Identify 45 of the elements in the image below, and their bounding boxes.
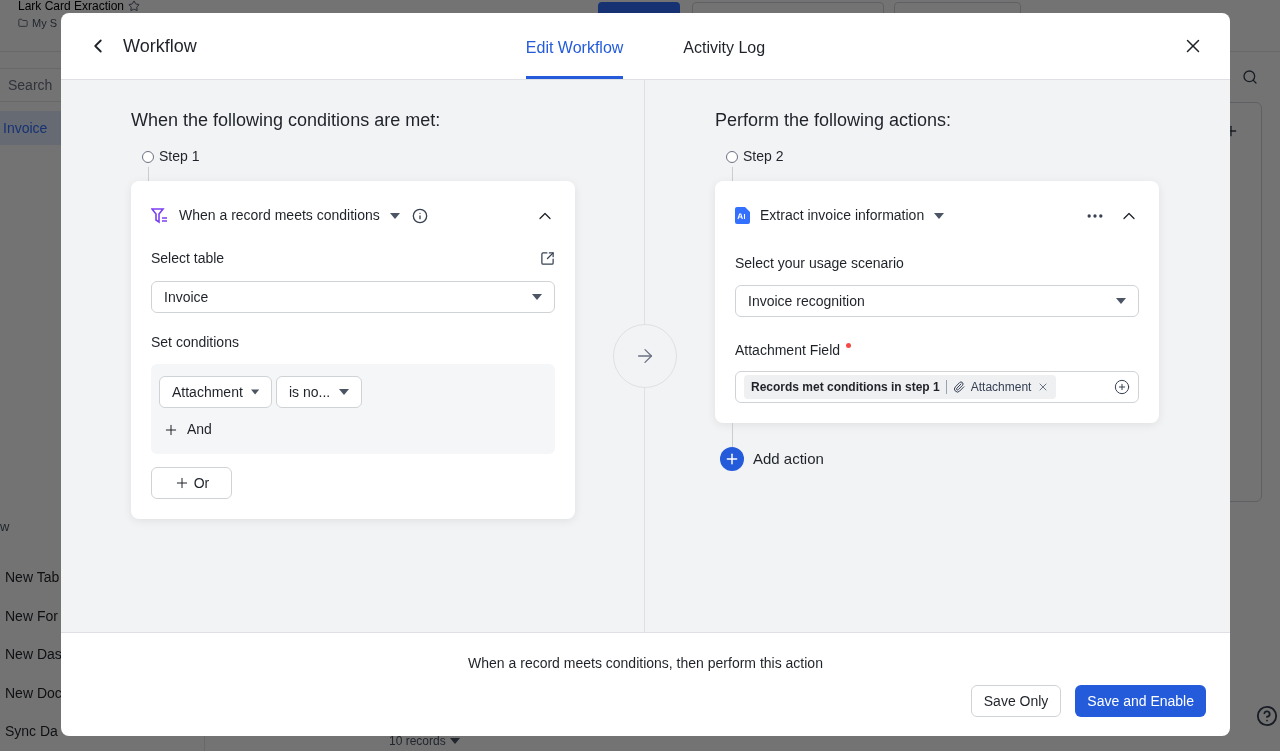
field-label: Attachment Field: [735, 341, 841, 360]
field-select[interactable]: Attachment: [159, 376, 272, 408]
star-icon[interactable]: [128, 0, 141, 12]
caret-icon: [250, 389, 259, 395]
chip-field: Attachment: [970, 378, 1032, 396]
dialog-title: Workflow: [123, 34, 197, 58]
caret-icon: [339, 389, 349, 395]
save-button[interactable]: Save Only: [970, 685, 1062, 717]
caret-icon: [934, 212, 945, 219]
help-icon[interactable]: [1256, 705, 1278, 727]
section-label: w: [0, 518, 11, 536]
footer-text: When a record meets conditions, then perform this action: [467, 654, 824, 673]
plus-icon: [720, 447, 744, 471]
tab[interactable]: Activity Log: [683, 13, 766, 79]
info-icon[interactable]: [411, 207, 428, 224]
folder-icon: [18, 18, 28, 29]
chip-source: Records met conditions in step 1: [751, 379, 940, 396]
action-title[interactable]: Extract invoice information: [760, 205, 925, 226]
field-label: Select your usage scenario: [735, 254, 905, 273]
trigger-title[interactable]: When a record meets conditions: [179, 205, 380, 226]
add-icon[interactable]: [1114, 379, 1130, 395]
add-or-button[interactable]: Or: [151, 467, 232, 499]
caret-icon: [389, 212, 400, 219]
section-heading: Perform the following actions:: [715, 109, 953, 129]
filter-icon: [151, 207, 169, 224]
scenario-select[interactable]: Invoice recognition: [735, 285, 1139, 317]
field-label: Set conditions: [151, 333, 240, 352]
paperclip-icon: [952, 381, 965, 393]
table-select[interactable]: Invoice: [151, 281, 555, 313]
step-label: Step 2: [743, 147, 784, 166]
caret-icon: [532, 294, 542, 300]
step-label: Step 1: [159, 147, 200, 166]
add-action-button[interactable]: Add action: [720, 447, 824, 471]
caret-icon: [1116, 298, 1126, 304]
save-enable-button[interactable]: Save and Enable: [1075, 685, 1206, 717]
attachment-field[interactable]: Records met conditions in step 1 Attachment: [735, 371, 1139, 403]
external-link-icon[interactable]: [540, 251, 555, 266]
add-and-button[interactable]: And: [163, 419, 212, 440]
field-label: Select table: [151, 249, 225, 268]
ai-document-icon: [735, 207, 750, 224]
caret-icon: [449, 738, 460, 744]
app-title: Lark Card Exraction: [18, 0, 125, 12]
section-heading: When the following conditions are met:: [131, 109, 442, 129]
operator-select[interactable]: is no...: [276, 376, 362, 408]
search-icon[interactable]: [1242, 69, 1258, 85]
